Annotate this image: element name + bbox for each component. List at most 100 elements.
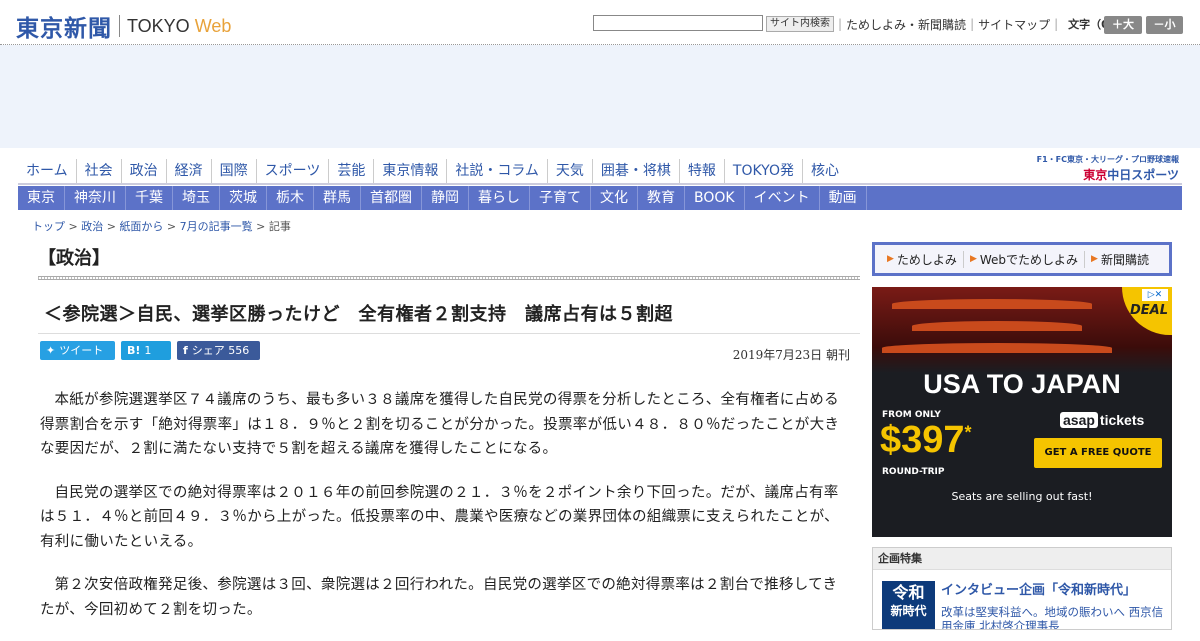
subnav-item-tochigi[interactable]: 栃木 xyxy=(267,186,314,210)
divider: | xyxy=(970,17,975,31)
header-links: | ためしよみ・新聞購読 | サイトマップ | 文字（0） xyxy=(834,16,1120,32)
subnav-item-book[interactable]: BOOK xyxy=(685,186,745,210)
trial-read-link[interactable]: ▶ ためしよみ xyxy=(881,251,963,268)
subscribe-label: 新聞購読 xyxy=(1100,252,1149,267)
subnav-item-shizuoka[interactable]: 静岡 xyxy=(422,186,469,210)
feature-title-link[interactable]: インタビュー企画「令和新時代」 xyxy=(941,579,1136,598)
breadcrumb: トップ > 政治 > 紙面から > 7月の記事一覧 > 記事 xyxy=(32,220,291,233)
web-trial-link[interactable]: ▶ Webでためしよみ xyxy=(962,250,1084,268)
subnav-item-parenting[interactable]: 子育て xyxy=(530,186,591,210)
publish-date: 2019年7月23日 朝刊 xyxy=(732,348,850,362)
breadcrumb-politics[interactable]: 政治 xyxy=(81,220,103,233)
section-title: 【政治】 xyxy=(38,248,110,269)
subnav-item-education[interactable]: 教育 xyxy=(638,186,685,210)
subnav-item-tokyo[interactable]: 東京 xyxy=(18,186,65,210)
share-count: 556 xyxy=(228,344,250,357)
section-rule xyxy=(38,276,860,280)
ad-tagline: Seats are selling out fast! xyxy=(951,490,1093,503)
logo-english: TOKYO xyxy=(127,15,190,36)
chunichi-tagline: F1・FC東京・大リーグ・プロ野球速報 xyxy=(1036,155,1179,164)
breadcrumb-july-list[interactable]: 7月の記事一覧 xyxy=(180,220,253,233)
ad-title: USA TO JAPAN xyxy=(923,369,1121,399)
twitter-bird-icon: ✦ xyxy=(46,344,56,357)
ad-choices-close-icon[interactable]: ▷✕ xyxy=(1142,289,1168,301)
chunichi-name: 中日スポーツ xyxy=(1107,168,1179,182)
feature-desc-link[interactable]: 改革は堅実科益へ。地域の賑わいへ 西京信用金庫 北村啓介理事長 xyxy=(941,605,1166,629)
sidebar-ad[interactable]: DEAL ▷✕ USA TO JAPAN FROM ONLY $397* ROU… xyxy=(872,287,1172,537)
web-trial-label: Webでためしよみ xyxy=(979,252,1079,267)
nav-item-go-shogi[interactable]: 囲碁・将棋 xyxy=(591,159,679,183)
site-logo[interactable]: 東京新聞 TOKYO Web xyxy=(16,9,231,43)
breadcrumb-print[interactable]: 紙面から xyxy=(119,220,163,233)
facebook-share-button[interactable]: f シェア 556 xyxy=(177,341,260,360)
hatena-count: 1 xyxy=(144,344,152,357)
logo-divider xyxy=(119,15,120,37)
chunichi-sports-banner[interactable]: F1・FC東京・大リーグ・プロ野球速報 東京中日スポーツ xyxy=(1027,154,1179,183)
ad-roof-shape xyxy=(892,299,1092,309)
article-paragraph: 本紙が参院選選挙区７４議席のうち、最も多い３８議席を獲得した自民党の得票を分析し… xyxy=(40,392,840,457)
nav-item-kakushin[interactable]: 核心 xyxy=(801,159,847,183)
subnav-item-ibaraki[interactable]: 茨城 xyxy=(220,186,267,210)
site-header: 東京新聞 TOKYO Web サイト内検索 | ためしよみ・新聞購読 | サイト… xyxy=(0,0,1200,45)
nav-item-tokyo-info[interactable]: 東京情報 xyxy=(373,159,446,183)
ad-roof-shape xyxy=(882,343,1112,353)
main-nav: ホーム 社会 政治 経済 国際 スポーツ 芸能 東京情報 社説・コラム 天気 囲… xyxy=(18,159,847,183)
hatena-bookmark-button[interactable]: B! 1 xyxy=(121,341,171,360)
subnav-item-saitama[interactable]: 埼玉 xyxy=(173,186,220,210)
article-body: 本紙が参院選選挙区７４議席のうち、最も多い３８議席を獲得した自民党の得票を分析し… xyxy=(40,388,845,641)
reiwa-feature-thumbnail[interactable]: 令和 新時代 xyxy=(882,581,935,629)
font-decrease-button[interactable]: －小 xyxy=(1146,16,1183,34)
arrow-right-icon: ▶ xyxy=(969,254,977,264)
subscribe-link[interactable]: ▶ 新聞購読 xyxy=(1084,250,1155,268)
article-headline: ＜参院選＞自民、選挙区勝ったけど 全有権者２割支持 議席占有は５割超 xyxy=(44,304,673,325)
nav-item-society[interactable]: 社会 xyxy=(75,159,121,183)
ad-cta-button[interactable]: GET A FREE QUOTE xyxy=(1034,438,1162,468)
ad-roof-shape xyxy=(912,321,1082,331)
ad-brand-logo: asap tickets xyxy=(1060,412,1144,428)
chunichi-prefix: 東京 xyxy=(1083,168,1108,182)
subnav-item-kanagawa[interactable]: 神奈川 xyxy=(65,186,126,210)
share-label: シェア xyxy=(191,344,225,357)
breadcrumb-current: 記事 xyxy=(268,220,291,233)
subnav-item-culture[interactable]: 文化 xyxy=(591,186,638,210)
subnav-item-shutoken[interactable]: 首都圏 xyxy=(361,186,422,210)
sitemap-link[interactable]: サイトマップ xyxy=(978,16,1050,33)
ad-brand-b: tickets xyxy=(1099,412,1145,428)
special-feature-box: 企画特集 令和 新時代 インタビュー企画「令和新時代」 改革は堅実科益へ。地域の… xyxy=(872,547,1172,630)
nav-item-editorial[interactable]: 社説・コラム xyxy=(446,159,547,183)
nav-item-politics[interactable]: 政治 xyxy=(120,159,166,183)
nav-item-sports[interactable]: スポーツ xyxy=(255,159,329,183)
tweet-label: ツイート xyxy=(59,344,104,357)
nav-item-weather[interactable]: 天気 xyxy=(546,159,592,183)
subnav-item-living[interactable]: 暮らし xyxy=(469,186,530,210)
site-search-button[interactable]: サイト内検索 xyxy=(766,16,834,32)
nav-item-international[interactable]: 国際 xyxy=(210,159,256,183)
nav-item-economy[interactable]: 経済 xyxy=(165,159,211,183)
nav-item-home[interactable]: ホーム xyxy=(18,159,76,183)
font-increase-button[interactable]: ＋大 xyxy=(1104,16,1142,34)
subnav-item-gunma[interactable]: 群馬 xyxy=(314,186,361,210)
hatena-bookmark-icon: B! xyxy=(127,344,141,357)
headline-rule xyxy=(38,333,860,334)
special-feature-header: 企画特集 xyxy=(873,548,1171,570)
nav-item-tokyo-hatsu[interactable]: TOKYO発 xyxy=(723,159,802,183)
article-paragraph: 第２次安倍政権発足後、参院選は３回、衆院選は２回行われた。自民党の選挙区での絶対… xyxy=(40,577,838,618)
ad-round-trip: ROUND-TRIP xyxy=(882,467,945,477)
subnav-item-video[interactable]: 動画 xyxy=(820,186,867,210)
site-search-input[interactable] xyxy=(593,15,763,31)
nav-item-entertainment[interactable]: 芸能 xyxy=(328,159,373,183)
subnav-item-event[interactable]: イベント xyxy=(745,186,820,210)
article-paragraph: 自民党の選挙区での絶対得票率は２０１６年の前回参院選の２１．３％を２ポイント余り… xyxy=(40,484,839,550)
tweet-button[interactable]: ✦ ツイート xyxy=(40,341,115,360)
arrow-right-icon: ▶ xyxy=(887,254,894,264)
ad-price: $397* xyxy=(880,419,972,462)
trial-subscribe-link[interactable]: ためしよみ・新聞購読 xyxy=(846,16,966,33)
subscribe-box: ▶ ためしよみ ▶ Webでためしよみ ▶ 新聞購読 xyxy=(872,242,1172,276)
breadcrumb-top[interactable]: トップ xyxy=(32,220,65,233)
divider: | xyxy=(1054,17,1059,31)
subnav-item-chiba[interactable]: 千葉 xyxy=(126,186,173,210)
logo-japanese: 東京新聞 xyxy=(16,15,112,42)
nav-item-tokuho[interactable]: 特報 xyxy=(678,159,724,183)
thumb-line2: 新時代 xyxy=(890,604,927,618)
ad-deal-text: DEAL xyxy=(1129,303,1168,318)
